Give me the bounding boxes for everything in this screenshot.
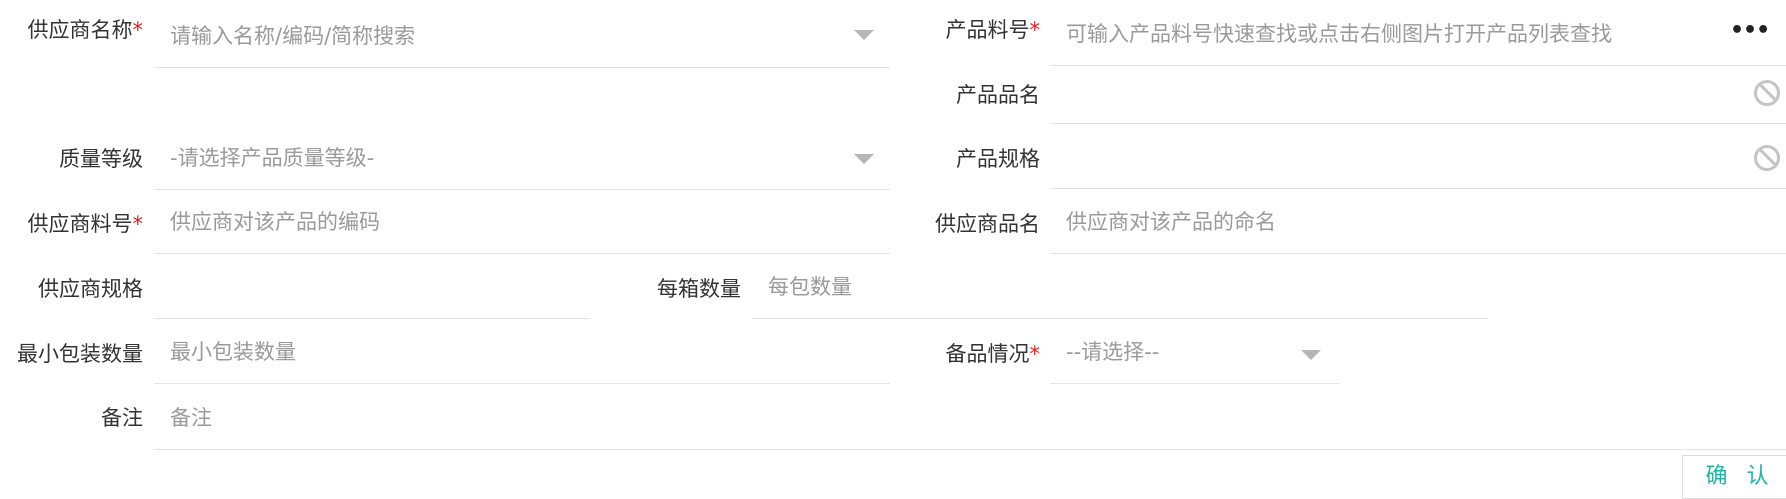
product-name-label: 产品品名 — [956, 83, 1040, 107]
remark-input[interactable] — [170, 402, 1726, 434]
confirm-button[interactable]: 确 认 — [1682, 455, 1786, 499]
disabled-icon — [1754, 145, 1780, 171]
supplier-name-input[interactable] — [170, 20, 830, 52]
quality-grade-input[interactable] — [170, 142, 830, 174]
remark-label: 备注 — [101, 406, 143, 430]
product-name-field[interactable] — [1050, 62, 1786, 124]
product-spec-field[interactable] — [1050, 127, 1786, 189]
supplier-spec-label: 供应商规格 — [38, 277, 143, 301]
product-no-input[interactable] — [1066, 18, 1696, 50]
min-pack-qty-field[interactable] — [154, 322, 890, 384]
supplier-spec-input[interactable] — [170, 271, 530, 303]
supplier-part-no-label: 供应商料号* — [27, 212, 144, 236]
product-name-input[interactable] — [1066, 76, 1726, 108]
quality-grade-label: 质量等级 — [59, 147, 143, 171]
chevron-down-icon[interactable] — [854, 30, 874, 40]
spare-status-select[interactable] — [1050, 322, 1339, 384]
disabled-icon — [1754, 80, 1780, 106]
min-pack-qty-input[interactable] — [170, 336, 830, 368]
supplier-name-select[interactable] — [154, 6, 890, 68]
remark-field[interactable] — [154, 388, 1786, 450]
supplier-product-name-input[interactable] — [1066, 206, 1726, 238]
supplier-product-name-label: 供应商品名 — [935, 212, 1040, 236]
per-box-qty-field[interactable] — [752, 257, 1488, 319]
supplier-part-no-field[interactable] — [154, 192, 890, 254]
product-no-field[interactable]: ••• — [1050, 4, 1786, 66]
product-no-label: 产品料号* — [945, 18, 1041, 42]
quality-grade-select[interactable] — [154, 128, 890, 190]
more-icon[interactable]: ••• — [1730, 18, 1770, 43]
product-spec-input[interactable] — [1066, 141, 1726, 173]
min-pack-qty-label: 最小包装数量 — [17, 342, 143, 366]
supplier-name-label: 供应商名称* — [27, 18, 144, 42]
product-spec-label: 产品规格 — [956, 147, 1040, 171]
supplier-spec-field[interactable] — [154, 257, 590, 319]
chevron-down-icon[interactable] — [1301, 350, 1321, 360]
per-box-qty-input[interactable] — [768, 271, 1428, 303]
spare-status-label: 备品情况* — [945, 342, 1041, 366]
chevron-down-icon[interactable] — [854, 154, 874, 164]
per-box-qty-label: 每箱数量 — [657, 277, 741, 301]
supplier-part-no-input[interactable] — [170, 206, 830, 238]
supplier-product-name-field[interactable] — [1050, 192, 1786, 254]
spare-status-input[interactable] — [1066, 336, 1279, 368]
